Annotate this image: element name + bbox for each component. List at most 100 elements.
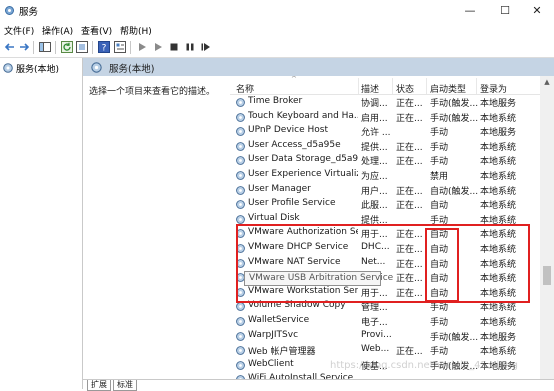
gear-icon: [236, 171, 245, 180]
refresh-icon[interactable]: [60, 40, 74, 54]
service-status: 正在...: [396, 201, 423, 212]
service-log-on-as: 本地系统: [480, 142, 517, 153]
export-list-icon[interactable]: [75, 40, 89, 54]
properties-icon[interactable]: [113, 40, 127, 54]
service-status: 正在...: [396, 347, 423, 358]
column-divider[interactable]: [392, 78, 393, 94]
gear-icon: [236, 127, 245, 137]
service-log-on-as: 本地系统: [480, 186, 517, 197]
console-tree-icon[interactable]: [38, 40, 52, 54]
service-row[interactable]: User Experience Virtualiz... 为应... 禁用 本地系统: [230, 168, 540, 183]
maximize-button[interactable]: ☐: [488, 0, 522, 22]
service-row[interactable]: User Manager 用户... 正在... 自动(触发... 本地系统: [230, 183, 540, 198]
start-service-alt-icon[interactable]: [151, 40, 165, 54]
forward-arrow-icon[interactable]: [17, 40, 31, 54]
start-service-icon[interactable]: [135, 40, 149, 54]
gear-icon: [91, 62, 102, 73]
gear-icon: [236, 112, 245, 122]
service-startup-type: 自动: [430, 201, 449, 212]
menu-view[interactable]: 查看(V): [81, 24, 112, 37]
column-divider[interactable]: [476, 78, 477, 94]
service-log-on-as: 本地系统: [480, 113, 517, 124]
gear-icon: [236, 98, 245, 107]
service-log-on-as: 本地服务: [480, 332, 517, 343]
service-description: 为应...: [361, 172, 388, 182]
service-startup-type: 禁用: [430, 172, 449, 182]
service-row[interactable]: WalletService 电子... 手动 本地系统: [230, 314, 540, 329]
toolbar-separator: [92, 41, 93, 54]
service-name: User Experience Virtualiz...: [248, 169, 358, 179]
tab-extended[interactable]: 扩展: [87, 380, 111, 391]
service-row[interactable]: User Profile Service 此服... 正在... 自动 本地系统: [230, 197, 540, 212]
services-app-icon: [5, 6, 14, 15]
vertical-scrollbar[interactable]: ▲: [540, 76, 554, 384]
column-divider[interactable]: [358, 78, 359, 94]
service-description: 此服...: [361, 201, 388, 212]
menu-file[interactable]: 文件(F): [4, 24, 34, 37]
column-divider[interactable]: [426, 78, 427, 94]
gear-icon: [236, 200, 245, 210]
service-row[interactable]: UPnP Device Host 允许 ... 手动 本地服务: [230, 124, 540, 139]
service-name: User Access_d5a95e: [248, 139, 341, 150]
back-arrow-icon[interactable]: [3, 40, 17, 54]
help-icon[interactable]: ?: [97, 40, 111, 54]
service-log-on-as: 本地服务: [480, 128, 517, 139]
minimize-button[interactable]: —: [453, 0, 487, 22]
gear-icon: [236, 156, 245, 166]
gear-icon: [236, 141, 245, 151]
service-description: 启用...: [361, 113, 388, 124]
service-name: Virtual Disk: [248, 212, 300, 223]
scroll-thumb[interactable]: [543, 266, 551, 285]
sort-arrow-icon: ^: [291, 76, 297, 83]
service-row[interactable]: Web 帐户管理器 Web... 正在... 手动 本地系统: [230, 343, 540, 358]
service-name: User Profile Service: [248, 198, 336, 209]
column-header-log-on-as[interactable]: 登录为: [480, 82, 507, 95]
column-header-startup-type[interactable]: 启动类型: [430, 82, 466, 95]
service-row[interactable]: User Access_d5a95e 提供... 正在... 手动 本地系统: [230, 139, 540, 154]
gear-icon: [236, 317, 245, 326]
window-title: 服务: [19, 7, 39, 18]
panel-title: 服务(本地): [109, 64, 155, 75]
menu-help[interactable]: 帮助(H): [120, 24, 152, 37]
service-log-on-as: 本地系统: [480, 318, 517, 328]
service-name: WarpJITSvc: [248, 329, 299, 340]
description-text: 选择一个项目来查看它的描述。: [89, 87, 216, 97]
service-row[interactable]: User Data Storage_d5a95e 处理... 正在... 手动 本地系统: [230, 153, 540, 168]
service-description: 处理...: [361, 157, 388, 168]
service-description: 允许 ...: [361, 128, 391, 139]
service-status: 正在...: [396, 186, 423, 197]
pause-service-icon[interactable]: [183, 40, 197, 54]
menu-bar: 文件(F) 操作(A) 查看(V) 帮助(H): [0, 22, 554, 38]
service-name: User Manager: [248, 183, 311, 194]
column-header-name[interactable]: 名称: [236, 82, 254, 95]
service-row[interactable]: Touch Keyboard and Ha... 启用... 正在... 手动(触发.…: [230, 110, 540, 125]
service-description: Web...: [361, 344, 390, 355]
service-startup-type: 手动: [430, 157, 449, 168]
column-header-row: ^ 名称 描述 状态 启动类型 登录为: [230, 76, 540, 95]
column-header-description[interactable]: 描述: [361, 82, 379, 95]
column-header-status[interactable]: 状态: [396, 82, 414, 95]
gear-icon: [236, 185, 245, 195]
tab-standard[interactable]: 标准: [113, 380, 137, 391]
stop-service-icon[interactable]: [167, 40, 181, 54]
service-startup-type: 手动: [430, 128, 449, 139]
service-status: 正在...: [396, 113, 423, 124]
toolbar-separator: [33, 41, 34, 54]
restart-service-icon[interactable]: [199, 40, 213, 54]
close-button[interactable]: ✕: [520, 0, 554, 22]
service-status: 正在...: [396, 157, 423, 168]
toolbar-separator: [130, 41, 131, 54]
service-log-on-as: 本地系统: [480, 157, 517, 168]
service-row[interactable]: Time Broker 协调... 正在... 手动(触发... 本地服务: [230, 95, 540, 110]
service-name: User Data Storage_d5a95e: [248, 154, 358, 165]
service-row[interactable]: WarpJITSvc Provi... 手动(触发... 本地服务: [230, 329, 540, 344]
service-name: UPnP Device Host: [248, 125, 328, 136]
title-bar: 服务 — ☐ ✕: [0, 0, 554, 23]
menu-action[interactable]: 操作(A): [42, 24, 73, 37]
service-startup-type: 手动(触发...: [430, 99, 478, 109]
service-name: Web 帐户管理器: [248, 347, 316, 358]
scroll-up-arrow-icon[interactable]: ▲: [540, 76, 554, 88]
service-log-on-as: 本地系统: [480, 201, 517, 212]
service-startup-type: 自动(触发...: [430, 186, 478, 197]
panel-header: 服务(本地): [83, 58, 554, 76]
